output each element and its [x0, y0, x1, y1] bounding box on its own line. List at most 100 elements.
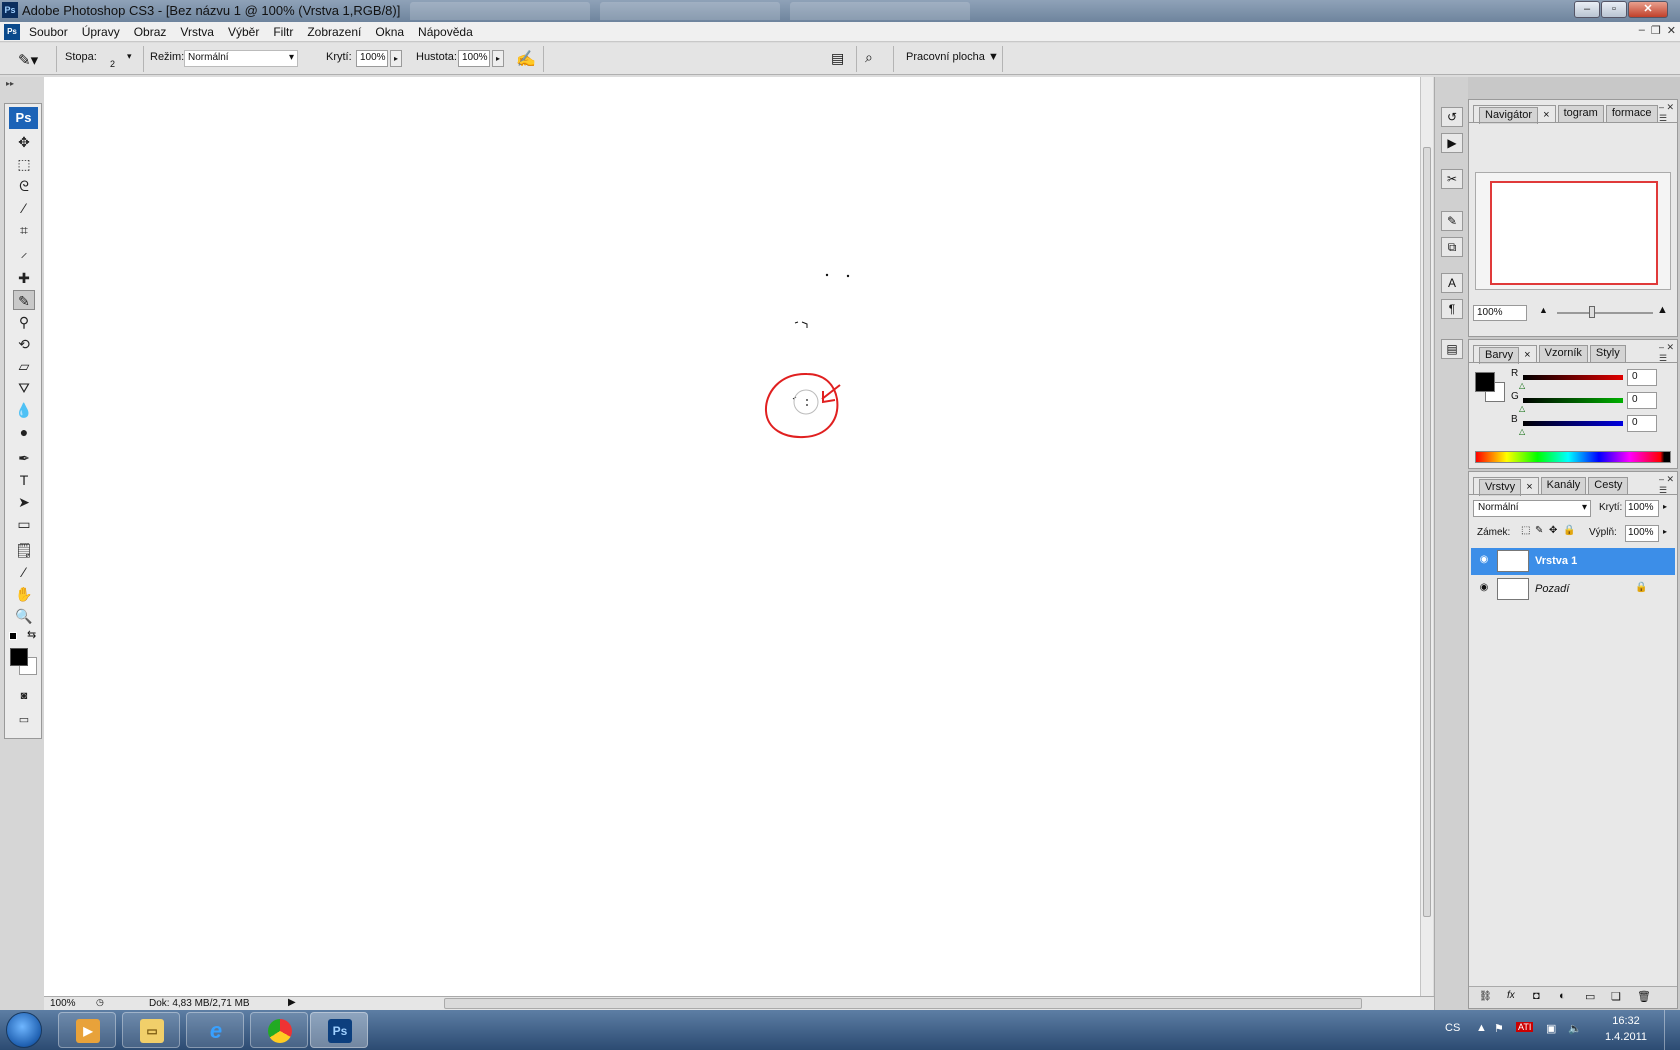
lock-all-icon[interactable]: 🔒: [1563, 525, 1575, 536]
stopa-value[interactable]: 2: [110, 59, 115, 69]
tab-color[interactable]: Barvy ×: [1473, 345, 1537, 364]
screen-mode-icon[interactable]: ▭: [13, 710, 35, 730]
delete-layer-icon[interactable]: 🗑: [1637, 990, 1651, 1003]
ati-icon[interactable]: ATI: [1516, 1022, 1534, 1032]
zoom-out-icon[interactable]: ▲: [1539, 305, 1548, 315]
tab-swatches[interactable]: Vzorník: [1538, 345, 1588, 362]
bridge-icon[interactable]: ⌕: [865, 49, 873, 66]
r-slider-handle-icon[interactable]: △: [1519, 381, 1525, 390]
zoom-in-icon[interactable]: ▲: [1657, 304, 1668, 316]
clone-source-icon[interactable]: ⧉: [1441, 237, 1463, 257]
eye-icon[interactable]: ◉: [1477, 554, 1491, 568]
layer-comps-icon[interactable]: ▤: [1441, 339, 1463, 359]
vertical-scroll-thumb[interactable]: [1423, 147, 1431, 917]
menu-upravy[interactable]: Úpravy: [75, 24, 127, 40]
tab-channels[interactable]: Kanály: [1540, 477, 1587, 494]
taskbar-media-player[interactable]: ▶: [58, 1012, 116, 1048]
flow-input[interactable]: 100%: [458, 50, 490, 67]
r-value-input[interactable]: 0: [1627, 369, 1657, 386]
healing-brush-tool-icon[interactable]: ✚: [13, 268, 35, 288]
show-hidden-icons-icon[interactable]: ▲: [1476, 1022, 1487, 1034]
hand-tool-icon[interactable]: ✋: [13, 584, 35, 604]
brush-tool-icon[interactable]: ✎: [13, 290, 35, 310]
menu-okna[interactable]: Okna: [368, 24, 411, 40]
airbrush-icon[interactable]: ✍: [516, 49, 536, 69]
tab-layers[interactable]: Vrstvy ×: [1473, 477, 1539, 496]
b-value-input[interactable]: 0: [1627, 415, 1657, 432]
layer-fill-input[interactable]: 100%: [1625, 525, 1659, 542]
zoom-slider-track[interactable]: [1557, 312, 1653, 314]
zoom-level[interactable]: 100%: [50, 998, 76, 1009]
lasso-tool-icon[interactable]: ᘓ: [13, 176, 35, 196]
tab-histogram[interactable]: togram: [1557, 105, 1604, 122]
show-desktop-button[interactable]: [1664, 1010, 1680, 1050]
doc-restore-button[interactable]: ❐: [1651, 24, 1661, 37]
type-tool-icon[interactable]: T: [13, 470, 35, 490]
eyedropper-tool-icon[interactable]: ⁄: [13, 562, 35, 582]
menu-obraz[interactable]: Obraz: [127, 24, 174, 40]
brush-tool-preset-icon[interactable]: ✎▾: [18, 51, 38, 69]
adjustment-layer-icon[interactable]: ◐: [1559, 990, 1566, 1002]
clone-stamp-tool-icon[interactable]: ⚲: [13, 312, 35, 332]
opacity-arrow-icon[interactable]: ▸: [1663, 502, 1667, 511]
paragraph-panel-icon[interactable]: ¶: [1441, 299, 1463, 319]
menu-vyber[interactable]: Výběr: [221, 24, 266, 40]
brushes-panel-icon[interactable]: ✎: [1441, 211, 1463, 231]
blur-tool-icon[interactable]: 💧: [13, 400, 35, 420]
minimize-window-button[interactable]: –: [1574, 1, 1600, 18]
foreground-color-swatch[interactable]: [10, 648, 28, 666]
color-spectrum-ramp[interactable]: [1475, 451, 1671, 463]
navigator-view-box[interactable]: [1490, 181, 1658, 285]
flow-slider-arrow-icon[interactable]: ▸: [492, 50, 504, 67]
fill-arrow-icon[interactable]: ▸: [1663, 527, 1667, 536]
action-center-flag-icon[interactable]: ⚑: [1494, 1022, 1504, 1035]
start-button[interactable]: [6, 1012, 42, 1048]
history-panel-icon[interactable]: ↺: [1441, 107, 1463, 127]
menu-filtr[interactable]: Filtr: [266, 24, 300, 40]
pen-tool-icon[interactable]: ✒: [13, 448, 35, 468]
taskbar-internet-explorer[interactable]: e: [186, 1012, 244, 1048]
foreground-color-swatch[interactable]: [1475, 372, 1495, 392]
horizontal-scroll-thumb[interactable]: [444, 998, 1362, 1009]
lock-position-icon[interactable]: ✥: [1549, 525, 1557, 536]
maximize-window-button[interactable]: ▫: [1601, 1, 1627, 18]
crop-tool-icon[interactable]: ⌗: [13, 220, 35, 240]
tab-paths[interactable]: Cesty: [1588, 477, 1629, 494]
eraser-tool-icon[interactable]: ▱: [13, 356, 35, 376]
marquee-tool-icon[interactable]: ⬚: [13, 154, 35, 174]
clock[interactable]: 16:32 1.4.2011: [1590, 1013, 1662, 1045]
opacity-input[interactable]: 100%: [356, 50, 388, 67]
zoom-slider-handle[interactable]: [1589, 306, 1595, 318]
layer-style-icon[interactable]: fx: [1507, 990, 1515, 1001]
layer-row-vrstva-1[interactable]: ◉ Vrstva 1: [1471, 548, 1675, 575]
zoom-tool-icon[interactable]: 🔍: [13, 606, 35, 626]
character-panel-icon[interactable]: A: [1441, 273, 1463, 293]
opacity-slider-arrow-icon[interactable]: ▸: [390, 50, 402, 67]
menu-soubor[interactable]: Soubor: [22, 24, 75, 40]
panel-menu-icon[interactable]: – ✕ ☰: [1659, 102, 1674, 124]
g-slider-handle-icon[interactable]: △: [1519, 404, 1525, 413]
workspace-menu[interactable]: Pracovní plocha ▼: [906, 51, 999, 63]
panel-menu-icon[interactable]: – ✕ ☰: [1659, 342, 1674, 364]
tab-info[interactable]: formace: [1605, 105, 1658, 122]
g-slider[interactable]: [1523, 398, 1623, 403]
stopa-dropdown-icon[interactable]: ▾: [127, 51, 132, 62]
menu-napoveda[interactable]: Nápověda: [411, 24, 480, 40]
document-icon[interactable]: Ps: [4, 24, 20, 40]
blend-mode-select[interactable]: Normální ▾: [184, 50, 298, 67]
taskbar-explorer[interactable]: ▭: [122, 1012, 180, 1048]
lock-transparency-icon[interactable]: ⬚: [1521, 525, 1530, 536]
close-window-button[interactable]: ✕: [1628, 1, 1668, 18]
new-group-icon[interactable]: ▭: [1585, 990, 1595, 1003]
move-tool-icon[interactable]: ✥: [13, 132, 35, 152]
menu-vrstva[interactable]: Vrstva: [173, 24, 221, 40]
swap-colors-icon[interactable]: ⇆: [27, 628, 36, 641]
layer-mask-icon[interactable]: ◘: [1533, 990, 1540, 1002]
status-info-icon[interactable]: ◷: [96, 997, 104, 1008]
b-slider-handle-icon[interactable]: △: [1519, 427, 1525, 436]
quick-mask-icon[interactable]: ◙: [13, 686, 35, 706]
status-menu-arrow-icon[interactable]: ▶: [288, 997, 296, 1008]
layer-opacity-input[interactable]: 100%: [1625, 500, 1659, 517]
layer-row-pozadi[interactable]: ◉ Pozadí 🔒: [1471, 576, 1675, 603]
b-slider[interactable]: [1523, 421, 1623, 426]
